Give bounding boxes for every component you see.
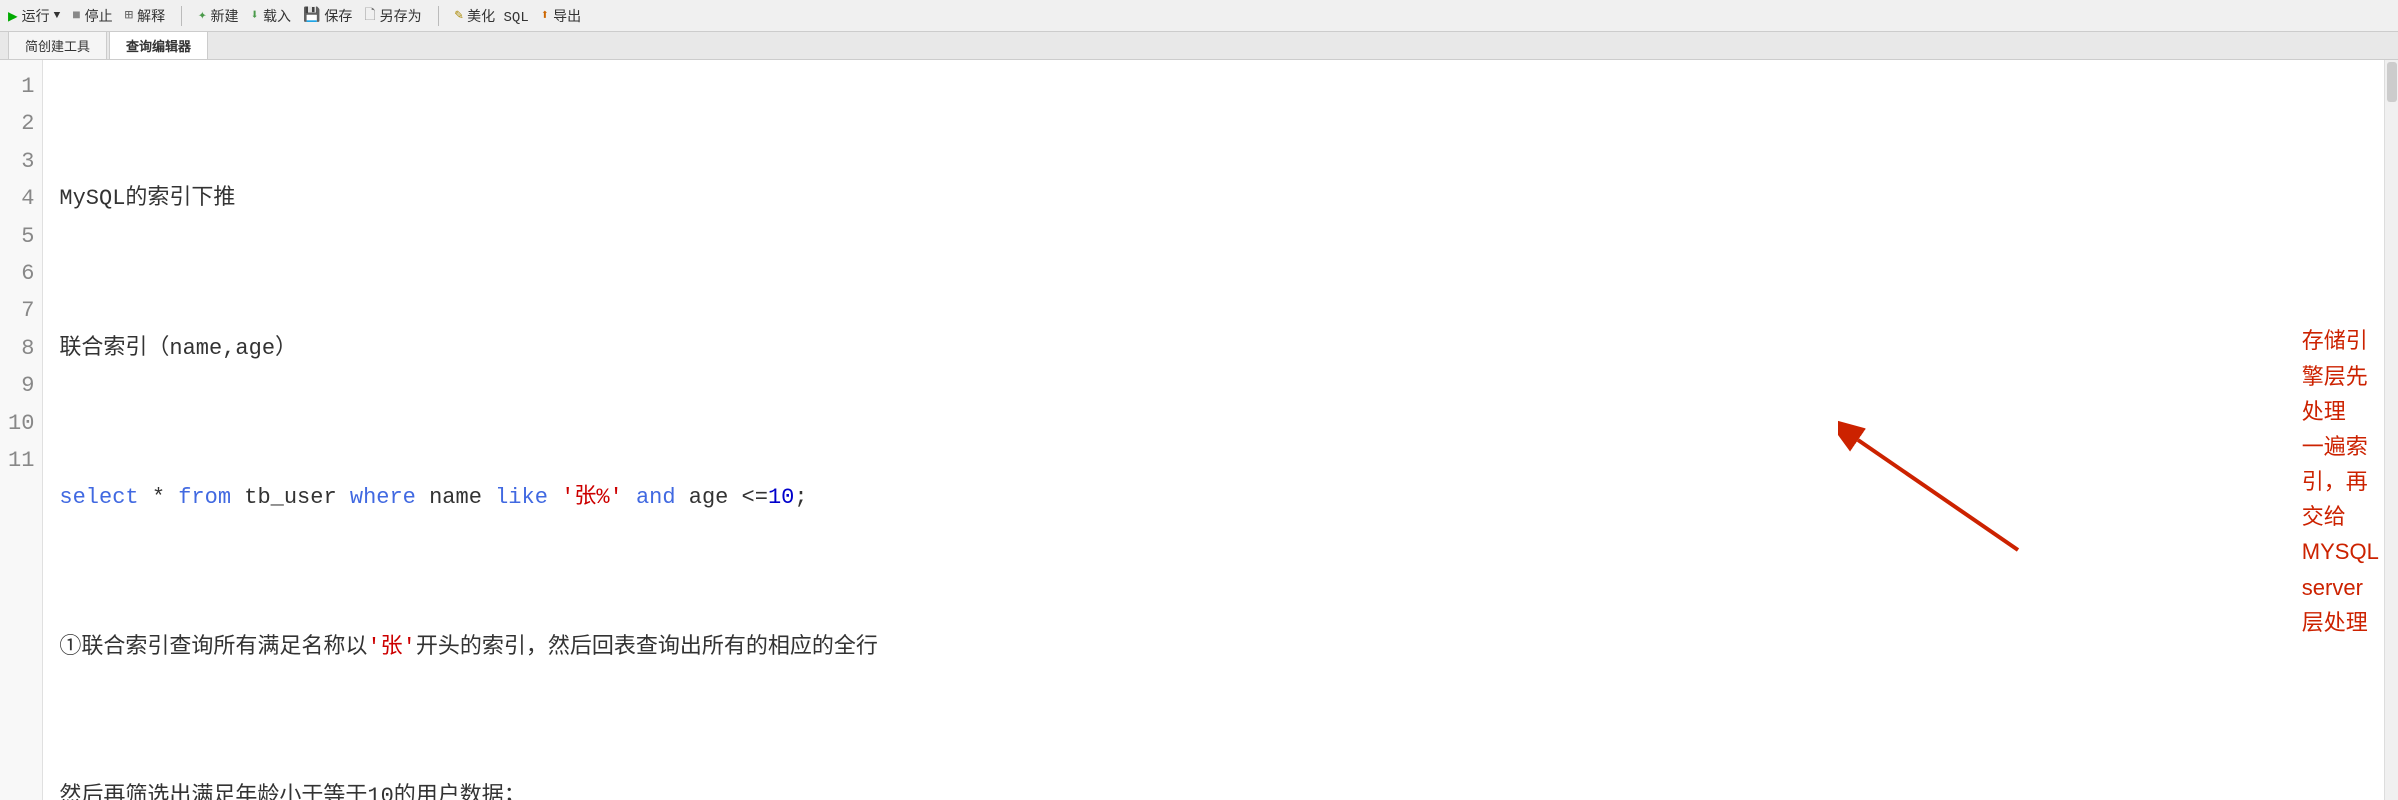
line-num-7: 7 [8,292,34,329]
line-num-4: 4 [8,180,34,217]
saveas-label: 另存为 [380,6,422,26]
line-num-5: 5 [8,218,34,255]
line-num-1: 1 [8,68,34,105]
beautify-icon: ✎ [455,7,463,24]
beautify-button[interactable]: ✎ 美化 SQL [455,6,529,26]
save-icon: 💾 [303,7,320,24]
save-button[interactable]: 💾 保存 [303,6,352,26]
annotation-line-2: 一遍索引，再交给 [2302,429,2378,535]
line-numbers: 1 2 3 4 5 6 7 8 9 10 11 [0,60,43,800]
annotation-text: 存储引擎层先处理 一遍索引，再交给 MYSQL server 层处理 [2302,323,2378,640]
vertical-scrollbar[interactable] [2384,60,2398,800]
save-label: 保存 [324,6,352,26]
export-icon: ⬆ [541,7,549,24]
stop-label: 停止 [85,6,113,26]
import-label: 载入 [263,6,291,26]
separator-1 [181,6,182,26]
code-line-1: MySQL的索引下推 [59,180,2382,217]
line-num-2: 2 [8,105,34,142]
annotation-line-3: MYSQL server 层处理 [2302,534,2378,640]
beautify-label: 美化 SQL [467,6,529,26]
import-icon: ⬇ [251,7,259,24]
annotation-line-1: 存储引擎层先处理 [2302,323,2378,429]
toolbar: ▶ 运行 ▼ ■ 停止 ⊞ 解释 ✦ 新建 ⬇ 载入 💾 保存 🗋 另存为 ✎ … [0,0,2398,32]
line-num-11: 11 [8,442,34,479]
line-num-10: 10 [8,405,34,442]
explain-icon: ⊞ [125,7,133,24]
code-line-2: 联合索引（name,age） [59,330,2382,367]
code-line-5: 然后再筛选出满足年龄小于等于10的用户数据； [59,778,2382,800]
export-button[interactable]: ⬆ 导出 [541,6,581,26]
export-label: 导出 [553,6,581,26]
tabs-bar: 简创建工具 查询编辑器 [0,32,2398,60]
line-num-3: 3 [8,143,34,180]
explain-button[interactable]: ⊞ 解释 [125,6,165,26]
separator-2 [438,6,439,26]
stop-button[interactable]: ■ 停止 [72,6,112,26]
import-button[interactable]: ⬇ 载入 [251,6,291,26]
new-icon: ✦ [198,7,206,24]
scrollbar-thumb[interactable] [2387,62,2397,102]
run-icon: ▶ [8,6,18,26]
run-label: 运行 [22,6,50,26]
annotation-arrow [1838,420,2038,580]
tab-query-editor[interactable]: 查询编辑器 [109,31,208,59]
code-editor[interactable]: MySQL的索引下推 联合索引（name,age） select * from … [43,60,2398,800]
stop-icon: ■ [72,8,80,24]
line-num-9: 9 [8,367,34,404]
code-line-4: ①联合索引查询所有满足名称以'张'开头的索引，然后回表查询出所有的相应的全行 [59,629,2382,666]
saveas-icon: 🗋 [364,4,375,28]
new-label: 新建 [211,6,239,26]
saveas-button[interactable]: 🗋 另存为 [364,4,421,28]
explain-label: 解释 [137,6,165,26]
run-dropdown-icon[interactable]: ▼ [54,10,61,22]
tab-create-tool[interactable]: 简创建工具 [8,31,107,59]
line-num-6: 6 [8,255,34,292]
run-button[interactable]: ▶ 运行 ▼ [8,6,60,26]
new-button[interactable]: ✦ 新建 [198,6,238,26]
line-num-8: 8 [8,330,34,367]
editor-area: 1 2 3 4 5 6 7 8 9 10 11 MySQL的索引下推 联合索引（… [0,60,2398,800]
